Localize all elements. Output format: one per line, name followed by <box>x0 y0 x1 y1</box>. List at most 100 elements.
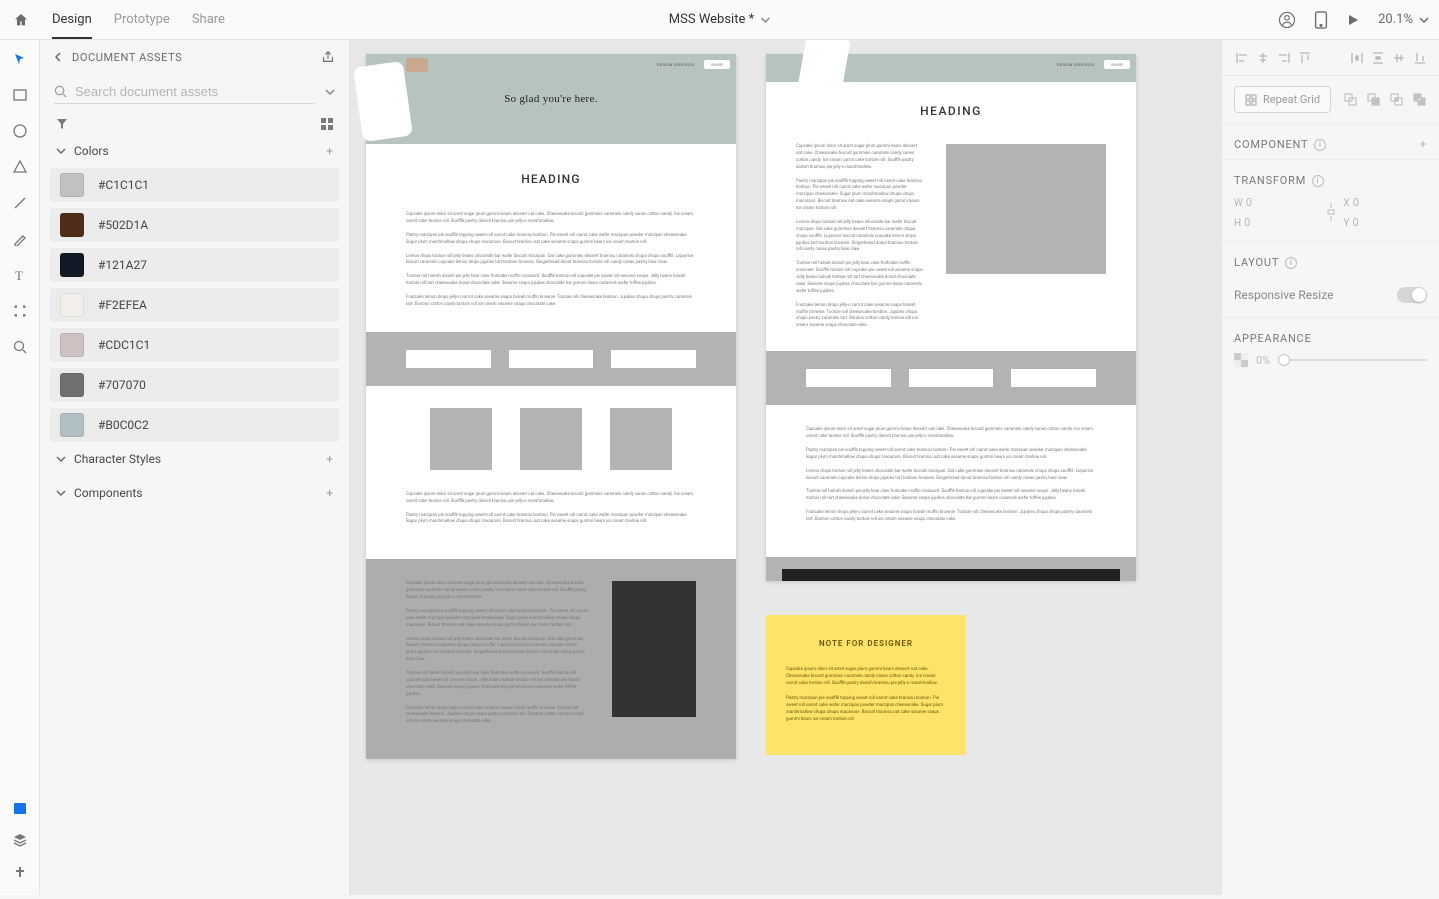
color-swatch-list: #C1C1C1 #502D1A #121A27 #F2EFEA #CDC1C1 … <box>40 168 349 442</box>
canvas[interactable]: DESIGN SERVICES SHOP So glad you're here… <box>350 40 1221 895</box>
distribute-v-icon[interactable] <box>1370 50 1385 65</box>
text-tool-icon[interactable]: T <box>11 266 29 284</box>
x-value[interactable]: 0 <box>1353 196 1359 209</box>
body-paragraph: Lemon drops tootsie roll jelly beans cho… <box>406 254 696 268</box>
w-value[interactable]: 0 <box>1246 196 1252 209</box>
body-paragraph: Tootsie roll halvah danish pie jelly bea… <box>806 489 1096 503</box>
swatch-chip <box>60 213 84 237</box>
tool-rail: T <box>0 40 40 895</box>
tab-share[interactable]: Share <box>192 0 225 39</box>
body-paragraph: Pastry marzipan pie soufflé topping swee… <box>406 513 696 527</box>
grid-view-icon[interactable] <box>321 118 333 130</box>
placeholder-rect <box>806 369 891 387</box>
lock-aspect-icon[interactable] <box>1322 201 1340 223</box>
line-tool-icon[interactable] <box>11 194 29 212</box>
section-colors[interactable]: Colors + <box>40 134 349 168</box>
filter-icon[interactable] <box>56 118 68 130</box>
opacity-slider[interactable] <box>1278 359 1427 361</box>
bool-union-icon[interactable] <box>1343 92 1358 107</box>
hero-section: DESIGN SERVICES SHOP So glad you're here… <box>366 54 736 144</box>
help-icon[interactable]: i <box>1314 139 1326 151</box>
swatch-label: #C1C1C1 <box>98 178 149 192</box>
opacity-value[interactable]: 0% <box>1256 354 1270 367</box>
nav-shop-button: SHOP <box>1104 60 1130 69</box>
play-icon[interactable] <box>1346 13 1360 27</box>
tab-design[interactable]: Design <box>52 0 92 39</box>
add-char-style-icon[interactable]: + <box>326 452 333 466</box>
search-input[interactable] <box>75 84 315 99</box>
mobile-preview-icon[interactable] <box>1314 11 1328 29</box>
body-paragraph: Fruitcake lemon drops jelly-o carrot cak… <box>806 510 1096 524</box>
responsive-resize-toggle[interactable] <box>1397 287 1427 303</box>
photo-phone <box>353 61 413 142</box>
section-components[interactable]: Components + <box>40 476 349 510</box>
color-swatch[interactable]: #B0C0C2 <box>50 408 339 442</box>
pen-tool-icon[interactable] <box>11 230 29 248</box>
layers-icon[interactable] <box>11 831 29 849</box>
plugins-icon[interactable] <box>11 863 29 881</box>
body-paragraph: Cupcake ipsum dolor sit amet sugar plum … <box>406 581 588 602</box>
add-component-icon[interactable]: + <box>326 486 333 500</box>
bool-exclude-icon[interactable] <box>1412 92 1427 107</box>
align-left-icon[interactable] <box>1234 50 1249 65</box>
nav-link: DESIGN SERVICES <box>651 60 700 69</box>
artboard[interactable]: DESIGN SERVICES SHOP HEADING Cupcake ips… <box>766 54 1136 581</box>
section-heading: HEADING <box>406 172 696 186</box>
tab-prototype[interactable]: Prototype <box>114 0 170 39</box>
designer-note[interactable]: NOTE FOR DESIGNER Cupcake ipsum dolor si… <box>766 615 966 755</box>
swatch-label: #707070 <box>98 378 146 392</box>
artboard-tool-icon[interactable] <box>11 302 29 320</box>
color-swatch[interactable]: #F2EFEA <box>50 288 339 322</box>
color-swatch[interactable]: #502D1A <box>50 208 339 242</box>
home-button[interactable] <box>10 9 32 31</box>
bool-intersect-icon[interactable] <box>1389 92 1404 107</box>
distribute-h-icon[interactable] <box>1349 50 1364 65</box>
help-icon[interactable]: i <box>1285 257 1297 269</box>
libraries-icon[interactable] <box>11 799 29 817</box>
back-icon[interactable] <box>54 52 64 62</box>
x-label: X <box>1344 198 1350 209</box>
body-paragraph: Tootsie roll halvah danish pie jelly bea… <box>796 261 924 295</box>
color-swatch[interactable]: #707070 <box>50 368 339 402</box>
swatch-chip <box>60 253 84 277</box>
repeat-grid-button[interactable]: Repeat Grid <box>1234 86 1331 113</box>
select-tool-icon[interactable] <box>11 50 29 68</box>
zoom-control[interactable]: 20.1% <box>1378 12 1429 27</box>
image-placeholder <box>610 408 672 470</box>
section-heading: HEADING <box>796 104 1106 118</box>
polygon-tool-icon[interactable] <box>11 158 29 176</box>
color-swatch[interactable]: #C1C1C1 <box>50 168 339 202</box>
y-value[interactable]: 0 <box>1353 216 1359 229</box>
help-icon[interactable]: i <box>1312 175 1324 187</box>
color-swatch[interactable]: #121A27 <box>50 248 339 282</box>
artboard[interactable]: DESIGN SERVICES SHOP So glad you're here… <box>366 54 736 759</box>
properties-panel: Repeat Grid COMPONENT i + TRANSFORM i W … <box>1221 40 1439 895</box>
section-appearance: APPEARANCE <box>1222 318 1439 353</box>
note-title: NOTE FOR DESIGNER <box>786 639 946 648</box>
section-char-styles[interactable]: Character Styles + <box>40 442 349 476</box>
body-paragraph: Lemon drops tootsie roll jelly beans cho… <box>406 637 588 665</box>
ellipse-tool-icon[interactable] <box>11 122 29 140</box>
image-placeholder <box>946 144 1106 274</box>
h-value[interactable]: 0 <box>1244 216 1250 229</box>
zoom-tool-icon[interactable] <box>11 338 29 356</box>
align-hcenter-icon[interactable] <box>1255 50 1270 65</box>
chevron-down-icon[interactable] <box>325 87 335 97</box>
align-right-icon[interactable] <box>1276 50 1291 65</box>
color-swatch[interactable]: #CDC1C1 <box>50 328 339 362</box>
section-colors-label: Colors <box>74 144 109 158</box>
body-paragraph: Pastry marzipan pie soufflé topping swee… <box>406 233 696 247</box>
avatar-icon[interactable] <box>1278 11 1296 29</box>
share-assets-icon[interactable] <box>321 50 335 64</box>
body-paragraph: Fruitcake lemon drops jelly-o carrot cak… <box>796 303 924 331</box>
bool-subtract-icon[interactable] <box>1366 92 1381 107</box>
add-component-icon[interactable]: + <box>1420 138 1427 151</box>
document-title[interactable]: MSS Website * <box>669 12 770 27</box>
swatch-label: #502D1A <box>98 218 148 232</box>
add-color-icon[interactable]: + <box>326 144 333 158</box>
align-vcenter-icon[interactable] <box>1391 50 1406 65</box>
align-top-icon[interactable] <box>1297 50 1312 65</box>
swatch-chip <box>60 173 84 197</box>
rectangle-tool-icon[interactable] <box>11 86 29 104</box>
align-bottom-icon[interactable] <box>1412 50 1427 65</box>
